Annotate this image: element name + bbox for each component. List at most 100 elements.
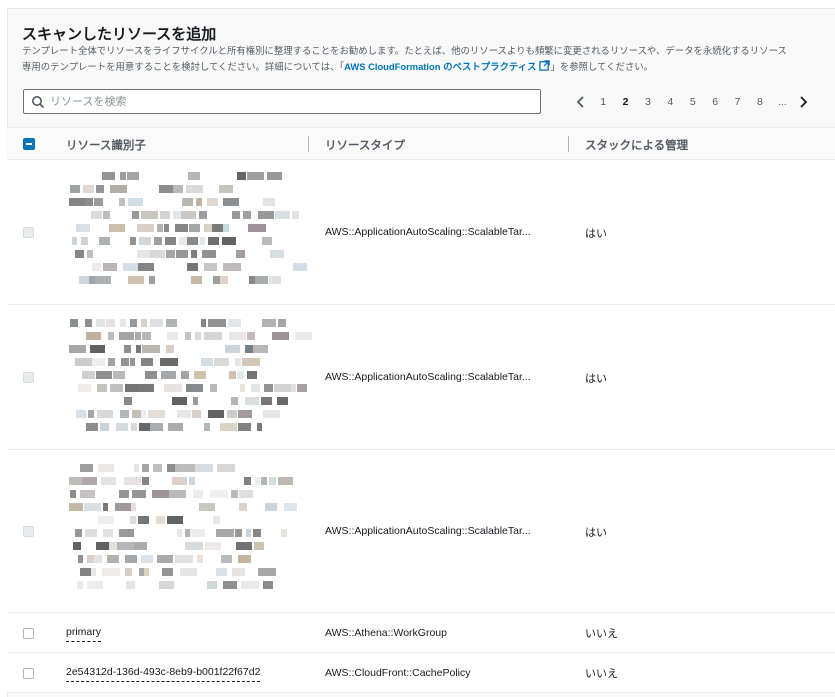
redaction-block bbox=[213, 276, 220, 284]
search-box[interactable] bbox=[23, 89, 541, 114]
redaction-block bbox=[161, 371, 176, 379]
redaction-block bbox=[96, 185, 104, 193]
redaction-block bbox=[258, 568, 276, 576]
row-checkbox[interactable] bbox=[23, 526, 34, 537]
next-page-button[interactable] bbox=[794, 93, 812, 111]
column-header-type[interactable]: リソースタイプ bbox=[325, 137, 405, 153]
redaction-block bbox=[138, 516, 149, 524]
redaction-block bbox=[135, 332, 141, 340]
redaction-block bbox=[204, 224, 212, 232]
column-resizer[interactable] bbox=[308, 136, 309, 152]
redaction-block bbox=[96, 371, 112, 379]
redaction-block bbox=[124, 477, 141, 485]
redaction-block bbox=[120, 410, 129, 418]
row-checkbox[interactable] bbox=[23, 372, 34, 383]
resource-type: AWS::Athena::WorkGroup bbox=[325, 627, 447, 639]
chevron-right-icon bbox=[799, 96, 807, 108]
page-4-button[interactable]: 4 bbox=[659, 96, 681, 108]
redaction-block bbox=[247, 172, 264, 180]
redaction-block bbox=[263, 410, 280, 418]
redaction-block bbox=[191, 250, 197, 258]
redaction-block bbox=[128, 276, 144, 284]
search-input[interactable] bbox=[50, 93, 530, 110]
redaction-block bbox=[253, 345, 268, 353]
redaction-block bbox=[221, 555, 232, 563]
row-checkbox[interactable] bbox=[23, 227, 34, 238]
redaction-block bbox=[238, 423, 251, 431]
page-1-button[interactable]: 1 bbox=[592, 96, 614, 108]
managed-status: いいえ bbox=[585, 628, 618, 640]
redaction-block bbox=[88, 410, 94, 418]
redaction-block bbox=[131, 423, 137, 431]
redaction-block bbox=[186, 384, 203, 392]
redaction-block bbox=[239, 490, 253, 498]
table-row[interactable]: AWS::ApplicationAutoScaling::ScalableTar… bbox=[7, 160, 835, 305]
redaction-block bbox=[131, 503, 136, 511]
table-row[interactable]: AWS::ApplicationAutoScaling::ScalableTar… bbox=[7, 305, 835, 450]
table-row[interactable]: AWS::ApplicationAutoScaling::ScalableTar… bbox=[7, 450, 835, 613]
page-8-button[interactable]: 8 bbox=[749, 96, 771, 108]
redacted-identifier bbox=[63, 462, 308, 602]
redaction-block bbox=[108, 332, 114, 340]
description: テンプレート全体でリソースをライフサイクルと所有権別に整理することをお勧めします… bbox=[22, 43, 822, 75]
column-resizer[interactable] bbox=[568, 136, 569, 152]
page-3-button[interactable]: 3 bbox=[637, 96, 659, 108]
redaction-block bbox=[210, 490, 228, 498]
redaction-block bbox=[142, 477, 149, 485]
redaction-block bbox=[229, 332, 246, 340]
previous-page-button[interactable] bbox=[572, 93, 590, 111]
redaction-block bbox=[208, 319, 226, 327]
redaction-block bbox=[141, 211, 158, 219]
redaction-block bbox=[245, 345, 253, 353]
select-all-checkbox[interactable] bbox=[23, 138, 35, 150]
redaction-block bbox=[167, 464, 175, 472]
redaction-block bbox=[98, 516, 114, 524]
search-icon bbox=[32, 96, 45, 109]
redaction-block bbox=[69, 345, 86, 353]
best-practices-link-label[interactable]: AWS CloudFormation のベストプラクティス bbox=[344, 61, 536, 72]
page-5-button[interactable]: 5 bbox=[682, 96, 704, 108]
redaction-block bbox=[172, 397, 187, 405]
redaction-block bbox=[195, 332, 201, 340]
redaction-block bbox=[187, 263, 198, 271]
resource-type: AWS::ApplicationAutoScaling::ScalableTar… bbox=[325, 371, 531, 383]
redaction-block bbox=[182, 198, 193, 206]
redaction-block bbox=[142, 464, 149, 472]
redaction-block bbox=[70, 319, 78, 327]
redaction-block bbox=[185, 542, 203, 550]
best-practices-link[interactable]: AWS CloudFormation のベストプラクティス bbox=[344, 60, 551, 72]
redaction-block bbox=[137, 224, 154, 232]
redaction-block bbox=[134, 464, 139, 472]
row-checkbox[interactable] bbox=[23, 668, 34, 679]
redaction-block bbox=[72, 237, 77, 245]
redaction-block bbox=[128, 198, 143, 206]
table-row[interactable]: 2e54312d-136d-493c-8eb9-b001f22f67d2 AWS… bbox=[7, 653, 835, 693]
page-6-button[interactable]: 6 bbox=[704, 96, 726, 108]
redaction-block bbox=[145, 371, 157, 379]
redaction-block bbox=[292, 211, 299, 219]
redaction-block bbox=[223, 224, 229, 232]
redaction-block bbox=[208, 237, 219, 245]
column-header-identifier[interactable]: リソース識別子 bbox=[66, 137, 146, 153]
redaction-block bbox=[160, 358, 178, 366]
redaction-block bbox=[152, 490, 169, 498]
page-2-button[interactable]: 2 bbox=[614, 96, 636, 108]
table-row[interactable]: primary AWS::Athena::WorkGroup いいえ bbox=[7, 613, 835, 653]
redaction-block bbox=[132, 490, 146, 498]
managed-status: いいえ bbox=[585, 668, 618, 680]
redaction-block bbox=[85, 529, 97, 537]
row-checkbox[interactable] bbox=[23, 628, 34, 639]
column-header-managed[interactable]: スタックによる管理 bbox=[585, 137, 688, 153]
page-7-button[interactable]: 7 bbox=[726, 96, 748, 108]
redaction-block bbox=[172, 477, 187, 485]
resource-type: AWS::ApplicationAutoScaling::ScalableTar… bbox=[325, 226, 531, 238]
redaction-block bbox=[130, 237, 136, 245]
redaction-block bbox=[192, 410, 201, 418]
redaction-block bbox=[297, 384, 307, 392]
redaction-block bbox=[119, 490, 129, 498]
redaction-block bbox=[87, 555, 94, 563]
redaction-block bbox=[77, 581, 83, 589]
redaction-block bbox=[261, 397, 272, 405]
redaction-block bbox=[197, 555, 203, 563]
redaction-block bbox=[181, 211, 196, 219]
